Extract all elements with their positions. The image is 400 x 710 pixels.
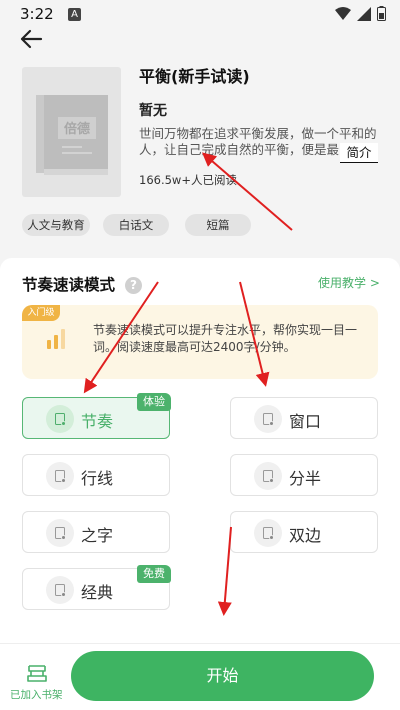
mode-bilateral[interactable]: 双边 (230, 511, 378, 553)
level-badge: 入门级 (22, 305, 60, 321)
mode-label: 行线 (81, 469, 114, 488)
bookshelf-icon[interactable] (26, 662, 48, 684)
mode-label: 窗口 (289, 412, 322, 431)
mode-window[interactable]: 窗口 (230, 397, 378, 439)
mode-label: 双边 (289, 526, 322, 545)
cover-text: 倍德 (64, 121, 90, 137)
status-time: 3:22 (20, 5, 54, 23)
zigzag-mode-icon (46, 519, 74, 547)
mode-info-text: 节奏速读模式可以提升专注水平，帮你实现一目一词。阅读速度最高可达2400字/分钟… (93, 323, 358, 354)
back-arrow-icon[interactable] (18, 26, 44, 52)
line-mode-icon (46, 462, 74, 490)
book-title: 平衡(新手试读) (139, 67, 250, 86)
mode-line[interactable]: 行线 (22, 454, 170, 496)
tag-vernacular[interactable]: 白话文 (103, 214, 169, 236)
mode-label: 经典 (81, 583, 114, 602)
mode-zigzag[interactable]: 之字 (22, 511, 170, 553)
section-title: 节奏速读模式 (22, 276, 116, 294)
tag-short[interactable]: 短篇 (185, 214, 251, 236)
tag-humanities[interactable]: 人文与教育 (22, 214, 90, 236)
classic-mode-icon (46, 576, 74, 604)
bilateral-mode-icon (254, 519, 282, 547)
window-mode-icon (254, 405, 282, 433)
book-author: 暂无 (139, 103, 167, 119)
mode-label: 分半 (289, 469, 322, 488)
battery-icon (377, 6, 386, 21)
status-bar: 3:22 A (0, 0, 400, 28)
tutorial-link[interactable]: 使用教学 > (318, 274, 380, 291)
mode-half[interactable]: 分半 (230, 454, 378, 496)
half-mode-icon (254, 462, 282, 490)
signal-icon (357, 6, 371, 21)
intro-button[interactable]: 简介 (340, 143, 378, 163)
help-icon[interactable]: ? (125, 277, 142, 294)
book-cover-placeholder-icon: 倍德 (36, 95, 108, 175)
notification-icon: A (68, 8, 81, 21)
trial-badge: 体验 (137, 393, 171, 411)
mode-label: 之字 (81, 526, 114, 545)
start-button[interactable]: 开始 (71, 651, 374, 701)
shelf-label[interactable]: 已加入书架 (10, 687, 63, 702)
rhythm-mode-icon (46, 405, 74, 433)
reader-count: 166.5w+人已阅读 (139, 173, 237, 187)
book-cover: 倍德 (22, 67, 121, 197)
mode-label: 节奏 (81, 412, 114, 431)
bar-chart-icon (47, 329, 65, 349)
free-badge: 免费 (137, 565, 171, 583)
wifi-icon (335, 6, 351, 20)
